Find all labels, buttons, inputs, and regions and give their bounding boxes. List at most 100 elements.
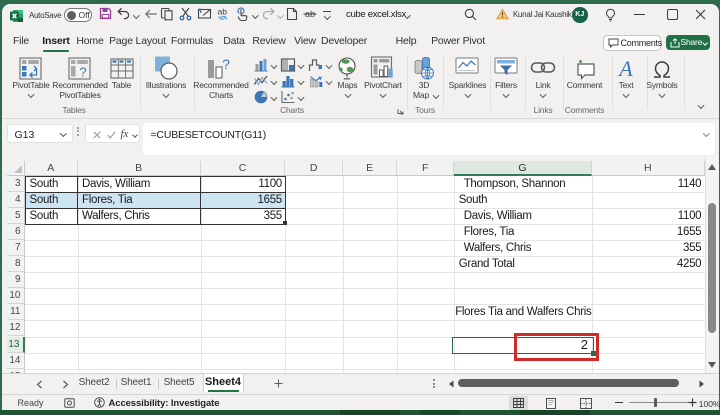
cancel-icon[interactable] <box>93 131 101 139</box>
sparklines-icon[interactable] <box>455 57 479 79</box>
view-page-break-button[interactable] <box>580 398 592 409</box>
vscroll-down-arrow[interactable] <box>708 362 716 368</box>
text-icon[interactable]: A <box>614 57 638 80</box>
table-icon[interactable] <box>110 57 134 80</box>
hscroll-right-arrow[interactable] <box>699 380 705 388</box>
recommended-charts-label-line1[interactable]: Recommended <box>193 80 248 90</box>
row-header-10[interactable]: 10 <box>7 288 26 304</box>
tab-formulas[interactable]: Formulas <box>171 30 213 52</box>
combo-chart-chevron[interactable] <box>326 78 333 85</box>
cell-G4[interactable]: South <box>459 192 488 208</box>
symbols-label[interactable]: Symbols <box>646 80 677 90</box>
row-header-14[interactable]: 14 <box>7 353 26 369</box>
tab-review[interactable]: Review <box>252 30 285 52</box>
column-header-D[interactable]: D <box>285 161 343 177</box>
line-chart-chevron[interactable] <box>271 78 278 85</box>
tab-insert[interactable]: Insert <box>42 30 69 52</box>
strikethrough-icon[interactable]: ab <box>303 7 318 21</box>
copy-icon[interactable] <box>160 7 174 21</box>
text-label[interactable]: Text <box>619 80 634 90</box>
status-accessibility-label[interactable]: Accessibility: Investigate <box>109 398 220 409</box>
sheet-nav-left-icon[interactable] <box>36 380 43 389</box>
cell-H6[interactable]: 1655 <box>592 224 702 240</box>
pivotchart-icon[interactable] <box>370 56 395 80</box>
row-header-12[interactable]: 12 <box>7 320 26 336</box>
formula-input[interactable]: =CUBESETCOUNT(G11) <box>143 123 715 155</box>
horizontal-scrollbar-thumb[interactable] <box>458 379 679 387</box>
row-header-4[interactable]: 4 <box>7 192 26 208</box>
new-document-icon[interactable] <box>286 7 298 21</box>
ribbon-collapse-chevron[interactable] <box>698 102 705 109</box>
cell-B4[interactable]: Flores, Tia <box>82 192 132 208</box>
autosave-toggle[interactable]: Off <box>64 8 92 22</box>
cell-H7[interactable]: 355 <box>592 240 702 256</box>
maps-icon[interactable] <box>335 56 359 81</box>
maps-label[interactable]: Maps <box>338 80 358 90</box>
tab-data[interactable]: Data <box>223 30 244 52</box>
histogram-chart-icon[interactable] <box>281 74 296 88</box>
excel-app-icon[interactable] <box>10 10 23 22</box>
waterfall-chart-chevron[interactable] <box>326 62 333 69</box>
symbols-icon[interactable] <box>650 57 674 80</box>
treemap-chart-chevron[interactable] <box>298 62 305 69</box>
sheet-tab-sheet5[interactable]: Sheet5 <box>164 374 195 393</box>
zoom-slider-thumb[interactable] <box>654 398 658 407</box>
tab-developer[interactable]: Developer <box>321 30 367 52</box>
column-chart-chevron[interactable] <box>271 62 278 69</box>
touch-mode-icon[interactable] <box>236 7 249 21</box>
macro-record-icon[interactable] <box>64 398 75 408</box>
cell-H5[interactable]: 1100 <box>592 208 702 224</box>
zoom-slider-track[interactable] <box>629 402 689 403</box>
cell-G5[interactable]: Davis, William <box>464 208 532 224</box>
illustrations-icon[interactable] <box>153 55 179 81</box>
recommended-pivottables-label-line2[interactable]: PivotTables <box>59 90 100 100</box>
cell-G3[interactable]: Thompson, Shannon <box>464 176 566 192</box>
map-3d-label-line2[interactable]: Map <box>413 90 429 100</box>
pivottable-icon[interactable] <box>19 57 43 80</box>
histogram-chart-chevron[interactable] <box>298 78 305 85</box>
filters-icon[interactable] <box>494 57 518 79</box>
warning-icon[interactable] <box>496 8 509 20</box>
row-header-6[interactable]: 6 <box>7 224 26 240</box>
cell-A5[interactable]: South <box>30 208 59 224</box>
enter-icon[interactable] <box>107 131 116 139</box>
table-label[interactable]: Table <box>112 80 131 90</box>
cell-G11[interactable]: Flores Tia and Walfers Chris <box>455 304 591 320</box>
column-header-H[interactable]: H <box>592 161 705 177</box>
column-header-E[interactable]: E <box>343 161 397 177</box>
map-3d-icon[interactable] <box>412 56 436 81</box>
pie-chart-chevron[interactable] <box>271 94 278 101</box>
sheet-tab-sheet2[interactable]: Sheet2 <box>79 374 110 393</box>
column-header-F[interactable]: F <box>397 161 454 177</box>
name-box-chevron[interactable] <box>60 130 66 136</box>
column-chart-icon[interactable] <box>254 58 269 72</box>
view-normal-button[interactable] <box>509 396 528 410</box>
tab-file[interactable]: File <box>13 30 29 52</box>
qat-overflow-icon[interactable] <box>323 11 331 19</box>
cell-B5[interactable]: Walfers, Chris <box>82 208 150 224</box>
close-button[interactable] <box>695 9 706 20</box>
cell-C5[interactable]: 355 <box>201 208 282 224</box>
share-button[interactable]: Share <box>666 35 710 51</box>
replace-icon[interactable]: ab <box>216 7 231 21</box>
row-header-7[interactable]: 7 <box>7 240 26 256</box>
sheetbar-drag-dots[interactable] <box>433 379 435 388</box>
hscroll-left-arrow[interactable] <box>448 380 454 388</box>
charts-dialog-launcher[interactable] <box>397 108 404 115</box>
save-icon[interactable] <box>99 7 112 20</box>
cell-G7[interactable]: Walfers, Chris <box>464 240 532 256</box>
sheet-nav-right-icon[interactable] <box>62 380 69 389</box>
user-name[interactable]: Kunal Jai Kaushik <box>513 10 572 19</box>
pie-chart-icon[interactable] <box>254 90 269 104</box>
row-header-13[interactable]: 13 <box>7 337 26 353</box>
tab-page-layout[interactable]: Page Layout <box>109 30 166 52</box>
row-header-8[interactable]: 8 <box>7 256 26 272</box>
pivottable-label[interactable]: PivotTable <box>12 80 49 90</box>
line-chart-icon[interactable] <box>254 74 269 88</box>
recommended-charts-icon[interactable]: ? <box>206 57 232 81</box>
avatar[interactable]: KJ <box>572 7 588 23</box>
cell-C3[interactable]: 1100 <box>201 176 282 192</box>
vertical-scrollbar-thumb[interactable] <box>708 203 716 333</box>
treemap-chart-icon[interactable] <box>281 58 296 72</box>
tab-view[interactable]: View <box>294 30 316 52</box>
